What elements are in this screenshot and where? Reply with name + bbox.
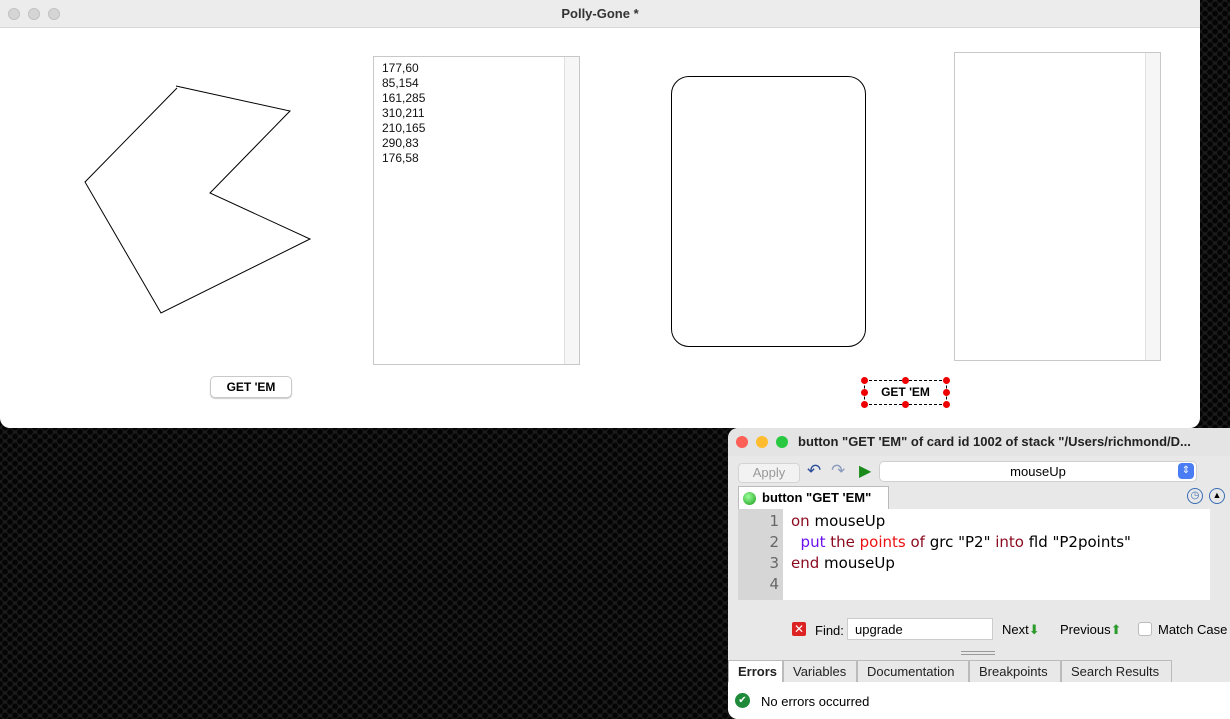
chevron-updown-icon: ⇕ [1178, 463, 1194, 479]
close-button[interactable] [736, 436, 748, 448]
close-button[interactable] [8, 8, 20, 20]
scrollbar[interactable] [564, 57, 579, 364]
point-line: 290,83 [382, 136, 419, 150]
minimize-button[interactable] [756, 436, 768, 448]
points-list: 177,60 85,154 161,285 310,211 210,165 290,83 1… [382, 61, 571, 166]
zoom-button[interactable] [776, 436, 788, 448]
code-editor[interactable]: 1234 on mouseUp put the points of grc "P… [738, 509, 1210, 600]
arrow-down-icon: ⬇ [1028, 622, 1040, 637]
script-text[interactable]: on mouseUp put the points of grc "P2" in… [791, 511, 1131, 574]
script-editor-window: button "GET 'EM" of card id 1002 of stac… [728, 428, 1230, 719]
find-input[interactable] [847, 618, 993, 640]
previous-button[interactable]: Previous⬆ [1060, 622, 1121, 638]
polygon-graphic[interactable] [0, 28, 400, 368]
title-bar: Polly-Gone * [0, 0, 1200, 28]
next-button[interactable]: Next⬇ [1002, 622, 1040, 638]
selection-handle[interactable] [861, 389, 868, 396]
match-case-label: Match Case [1158, 622, 1228, 637]
collapse-icon[interactable]: ▲ [1209, 488, 1225, 504]
selection-handle[interactable] [902, 377, 909, 384]
close-find-icon[interactable]: ✕ [792, 622, 806, 636]
point-line: 177,60 [382, 61, 419, 75]
stack-window: Polly-Gone * 177,60 85,154 161,285 310,211 2… [0, 0, 1200, 428]
object-tab-label: button "GET 'EM" [762, 490, 872, 505]
point-line: 176,58 [382, 151, 419, 165]
tab-search-results[interactable]: Search Results [1061, 660, 1172, 682]
redo-icon[interactable]: ↷ [831, 461, 845, 481]
selection-handle[interactable] [902, 401, 909, 408]
point-line: 85,154 [382, 76, 419, 90]
get-em-button[interactable]: GET 'EM [210, 376, 292, 398]
tab-breakpoints[interactable]: Breakpoints [969, 660, 1061, 682]
tab-documentation[interactable]: Documentation [857, 660, 969, 682]
point-line: 310,211 [382, 106, 425, 120]
tab-errors[interactable]: Errors [728, 660, 783, 682]
status-text: No errors occurred [761, 694, 870, 709]
object-tab[interactable]: button "GET 'EM" [738, 486, 889, 509]
undo-icon[interactable]: ↶ [807, 461, 821, 481]
point-line: 161,285 [382, 91, 426, 105]
selection-handle[interactable] [943, 377, 950, 384]
check-icon: ✔ [735, 693, 750, 708]
find-label: Find: [815, 623, 844, 638]
splitter-handle[interactable] [961, 651, 995, 655]
rounded-rectangle-graphic[interactable] [671, 76, 866, 347]
editor-title: button "GET 'EM" of card id 1002 of stac… [798, 434, 1191, 449]
apply-button[interactable]: Apply [738, 463, 800, 483]
clock-icon[interactable]: ◷ [1187, 488, 1203, 504]
selection-handle[interactable] [943, 389, 950, 396]
run-icon[interactable]: ▶ [859, 461, 871, 481]
handler-value: mouseUp [1010, 464, 1066, 479]
minimize-button[interactable] [28, 8, 40, 20]
errors-panel: ✔ No errors occurred [728, 682, 1230, 719]
zoom-button[interactable] [48, 8, 60, 20]
status-dot-icon [743, 492, 756, 505]
match-case-checkbox[interactable] [1138, 622, 1152, 636]
points-field[interactable]: 177,60 85,154 161,285 310,211 210,165 290,83 1… [373, 56, 580, 365]
scrollbar[interactable] [1145, 53, 1160, 360]
polygon-shape[interactable] [84, 85, 312, 314]
selection-handle[interactable] [943, 401, 950, 408]
handler-select[interactable]: mouseUp ⇕ [879, 461, 1197, 482]
arrow-up-icon: ⬆ [1110, 622, 1122, 637]
line-gutter: 1234 [738, 509, 783, 600]
card: 177,60 85,154 161,285 310,211 210,165 290,83 1… [0, 28, 1200, 428]
editor-title-bar: button "GET 'EM" of card id 1002 of stac… [728, 428, 1230, 456]
tab-variables[interactable]: Variables [783, 660, 857, 682]
selection-handle[interactable] [861, 377, 868, 384]
selection-handle[interactable] [861, 401, 868, 408]
point-line: 210,165 [382, 121, 426, 135]
p2points-field[interactable] [954, 52, 1161, 361]
window-title: Polly-Gone * [561, 6, 639, 21]
